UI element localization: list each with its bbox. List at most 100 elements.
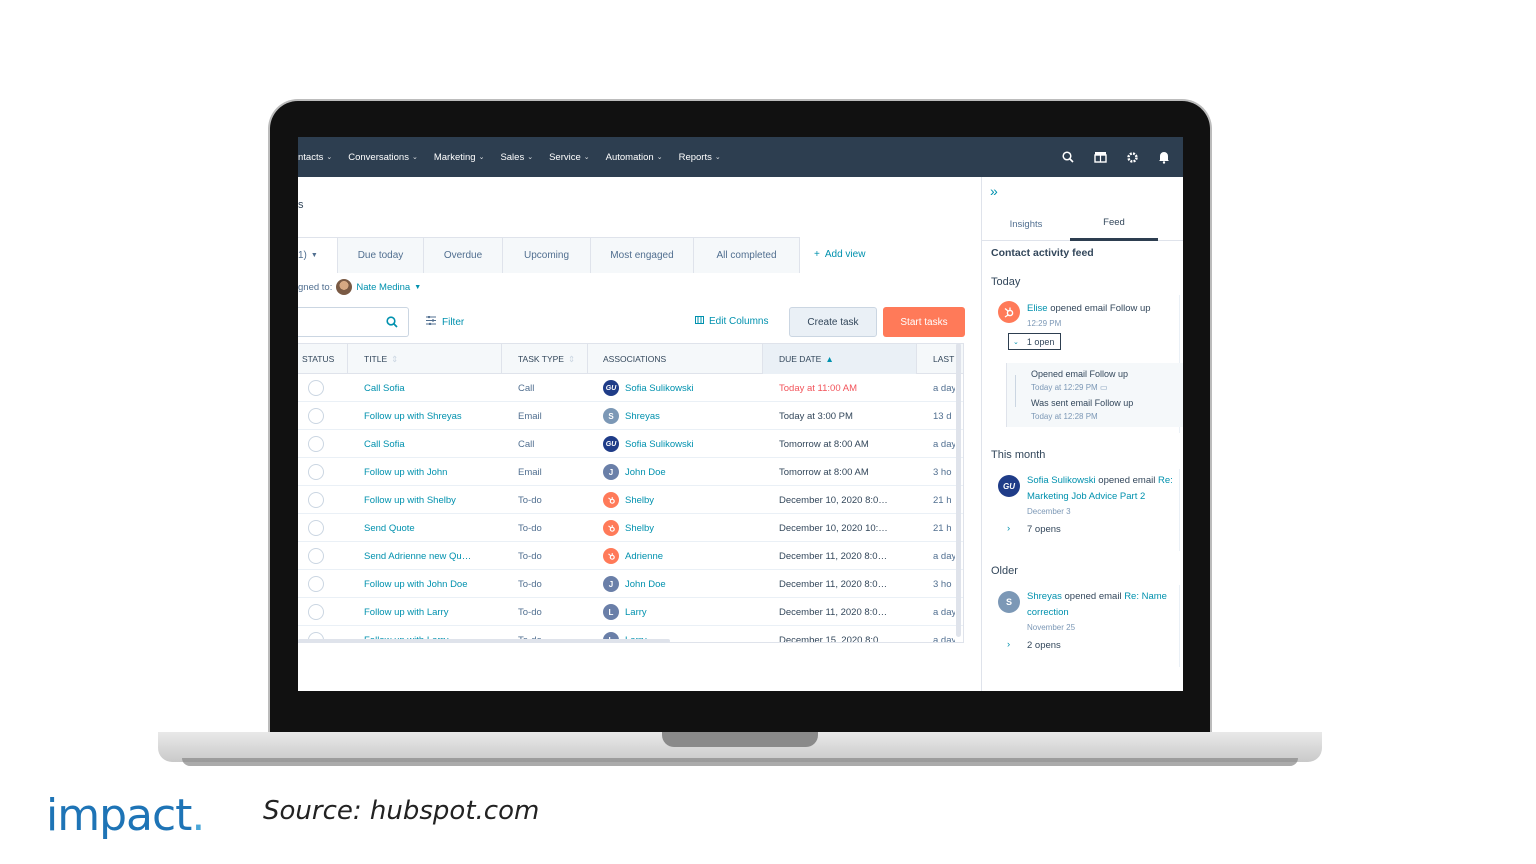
opens-count[interactable]: 7 opens [1027,524,1061,535]
nav-item-conversations[interactable]: Conversations ⌄ [340,152,426,163]
header-status[interactable]: STATUS [298,344,348,374]
association[interactable]: GU Sofia Sulikowski [603,430,761,458]
notifications-icon[interactable] [1157,150,1171,164]
collapse-sidebar-icon[interactable]: » [990,183,998,199]
header-label: DUE DATE [779,354,822,364]
chevron-right-icon[interactable]: › [1007,639,1010,650]
opens-count[interactable]: 2 opens [1027,640,1061,651]
tab-all-completed[interactable]: All completed [693,237,800,273]
start-tasks-button[interactable]: Start tasks [883,307,965,337]
tab-due-today[interactable]: Due today [337,237,424,273]
sort-ascending-icon: ▲ [825,354,834,364]
filter-button[interactable]: Filter [426,315,465,328]
association[interactable]: J John Doe [603,570,761,598]
complete-checkbox[interactable] [308,436,324,452]
horizontal-scrollbar[interactable] [298,639,670,643]
activity-subject[interactable]: correction [1027,607,1069,618]
due-date-text: December 10, 2020 10:… [779,522,888,534]
complete-checkbox[interactable] [308,604,324,620]
due-date: Tomorrow at 8:00 AM [779,430,915,458]
activity-actor[interactable]: Elise [1027,303,1048,314]
nav-item-marketing[interactable]: Marketing ⌄ [426,152,493,163]
header-label: ASSOCIATIONS [603,354,667,364]
complete-checkbox[interactable] [308,492,324,508]
association[interactable]: Shelby [603,486,761,514]
tab-my-tasks[interactable]: 1) ▼ [298,237,338,273]
table-row[interactable]: Call Sofia Call GU Sofia Sulikowski Today at… [298,374,963,402]
association[interactable]: Adrienne [603,542,761,570]
marketplace-icon[interactable] [1093,150,1107,164]
activity-actor[interactable]: Sofia Sulikowski [1027,475,1096,486]
table-row[interactable]: Follow up with Larry To-do L Larry December … [298,598,963,626]
task-title[interactable]: Send Adrienne new Qu… [364,542,498,570]
search-input[interactable] [298,307,409,337]
tab-feed[interactable]: Feed [1070,207,1158,241]
association[interactable]: L Larry [603,598,761,626]
association[interactable]: GU Sofia Sulikowski [603,374,761,402]
add-view-button[interactable]: + Add view [814,249,865,260]
task-type-text: To-do [518,494,542,506]
task-title[interactable]: Follow up with Shelby [364,486,498,514]
activity-actor[interactable]: Shreyas [1027,591,1062,602]
complete-checkbox[interactable] [308,576,324,592]
task-title[interactable]: Call Sofia [364,374,498,402]
settings-icon[interactable] [1125,150,1139,164]
nav-item-sales[interactable]: Sales ⌄ [492,152,541,163]
status-cell [308,598,338,626]
last-contacted: a day [933,374,955,402]
complete-checkbox[interactable] [308,548,324,564]
edit-columns-button[interactable]: Edit Columns [695,316,768,327]
task-title[interactable]: Call Sofia [364,430,498,458]
table-row[interactable]: Send Adrienne new Qu… To-do Adrienne Decemb… [298,542,963,570]
activity-subject[interactable]: Marketing Job Advice Part 2 [1027,491,1145,502]
header-due-date[interactable]: DUE DATE ▲ [763,344,917,374]
table-row[interactable]: Follow up with Shelby To-do Shelby December… [298,486,963,514]
activity-subject-prefix[interactable]: Re: [1158,475,1173,486]
detail-sent-time: Today at 12:28 PM [1031,412,1098,421]
task-title-text: Follow up with Shelby [364,494,456,506]
task-title[interactable]: Send Quote [364,514,498,542]
nav-item-ntacts[interactable]: ntacts ⌄ [298,152,340,163]
owner-dropdown[interactable]: Nate Medina [356,282,410,293]
tab-upcoming[interactable]: Upcoming [502,237,591,273]
tab-most-engaged[interactable]: Most engaged [590,237,694,273]
association[interactable]: Shelby [603,514,761,542]
complete-checkbox[interactable] [308,380,324,396]
header-task-type[interactable]: TASK TYPE ⇕ [502,344,588,374]
opens-toggle[interactable]: ⌄ 1 open [1008,333,1061,350]
table-row[interactable]: Call Sofia Call GU Sofia Sulikowski Tomorrow… [298,430,963,458]
task-title[interactable]: Follow up with John [364,458,498,486]
task-title[interactable]: Follow up with Shreyas [364,402,498,430]
table-row[interactable]: Follow up with John Doe To-do J John Doe Dec… [298,570,963,598]
nav-item-reports[interactable]: Reports ⌄ [671,152,729,163]
tab-overdue[interactable]: Overdue [423,237,503,273]
association[interactable]: J John Doe [603,458,761,486]
complete-checkbox[interactable] [308,408,324,424]
columns-icon [695,316,704,327]
vertical-scrollbar[interactable] [956,343,961,637]
search-icon[interactable] [1061,150,1075,164]
task-title[interactable]: Follow up with John Doe [364,570,498,598]
due-date: December 10, 2020 10:… [779,514,915,542]
table-row[interactable]: Follow up with Shreyas Email S Shreyas Today… [298,402,963,430]
activity-subject-prefix[interactable]: Re: Name [1124,591,1167,602]
nav-item-service[interactable]: Service ⌄ [541,152,598,163]
header-associations[interactable]: ASSOCIATIONS [588,344,763,374]
table-row[interactable]: Follow up with John Email J John Doe Tomorro… [298,458,963,486]
source-caption: Source: hubspot.com [263,796,540,826]
task-title-text: Follow up with John Doe [364,578,468,590]
filter-label: Filter [442,316,465,328]
task-title[interactable]: Follow up with Larry [364,598,498,626]
chevron-right-icon[interactable]: › [1007,523,1010,534]
create-task-button[interactable]: Create task [789,307,877,337]
association[interactable]: S Shreyas [603,402,761,430]
tab-insights[interactable]: Insights [982,207,1070,241]
detail-time-text: Today at 12:29 PM [1031,383,1098,392]
task-type-text: To-do [518,578,542,590]
header-title[interactable]: TITLE ⇕ [348,344,502,374]
nav-item-automation[interactable]: Automation ⌄ [598,152,671,163]
chevron-down-icon: ⌄ [411,154,418,161]
complete-checkbox[interactable] [308,520,324,536]
complete-checkbox[interactable] [308,464,324,480]
table-row[interactable]: Send Quote To-do Shelby December 10, 2020 1… [298,514,963,542]
